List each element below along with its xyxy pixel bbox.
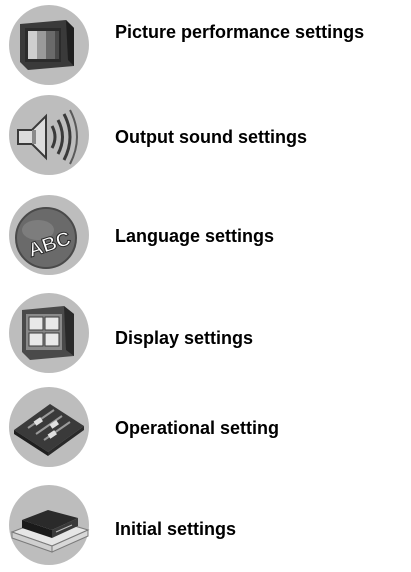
menu-item-picture-performance[interactable]: Picture performance settings [0, 0, 411, 88]
menu-item-initial[interactable]: Initial settings [0, 484, 411, 572]
speaker-sound-icon [9, 95, 89, 175]
player-device-icon [9, 485, 90, 565]
menu-item-label: Display settings [115, 328, 254, 348]
control-panel-icon [9, 387, 89, 467]
language-abc-icon: ABC [9, 195, 89, 275]
menu-item-label: Output sound settings [115, 127, 307, 147]
menu-item-label: Operational setting [115, 418, 280, 438]
menu-item-output-sound[interactable]: Output sound settings [0, 92, 411, 180]
picture-monitor-icon [9, 5, 89, 85]
menu-item-operational[interactable]: Operational setting [0, 386, 411, 474]
display-screen-icon [9, 293, 89, 373]
menu-item-language[interactable]: ABC Language settings [0, 194, 411, 282]
menu-item-label: Initial settings [115, 519, 237, 539]
menu-item-label: Language settings [115, 226, 275, 246]
menu-item-display[interactable]: Display settings [0, 292, 411, 380]
menu-item-label: Picture performance settings [115, 22, 365, 42]
